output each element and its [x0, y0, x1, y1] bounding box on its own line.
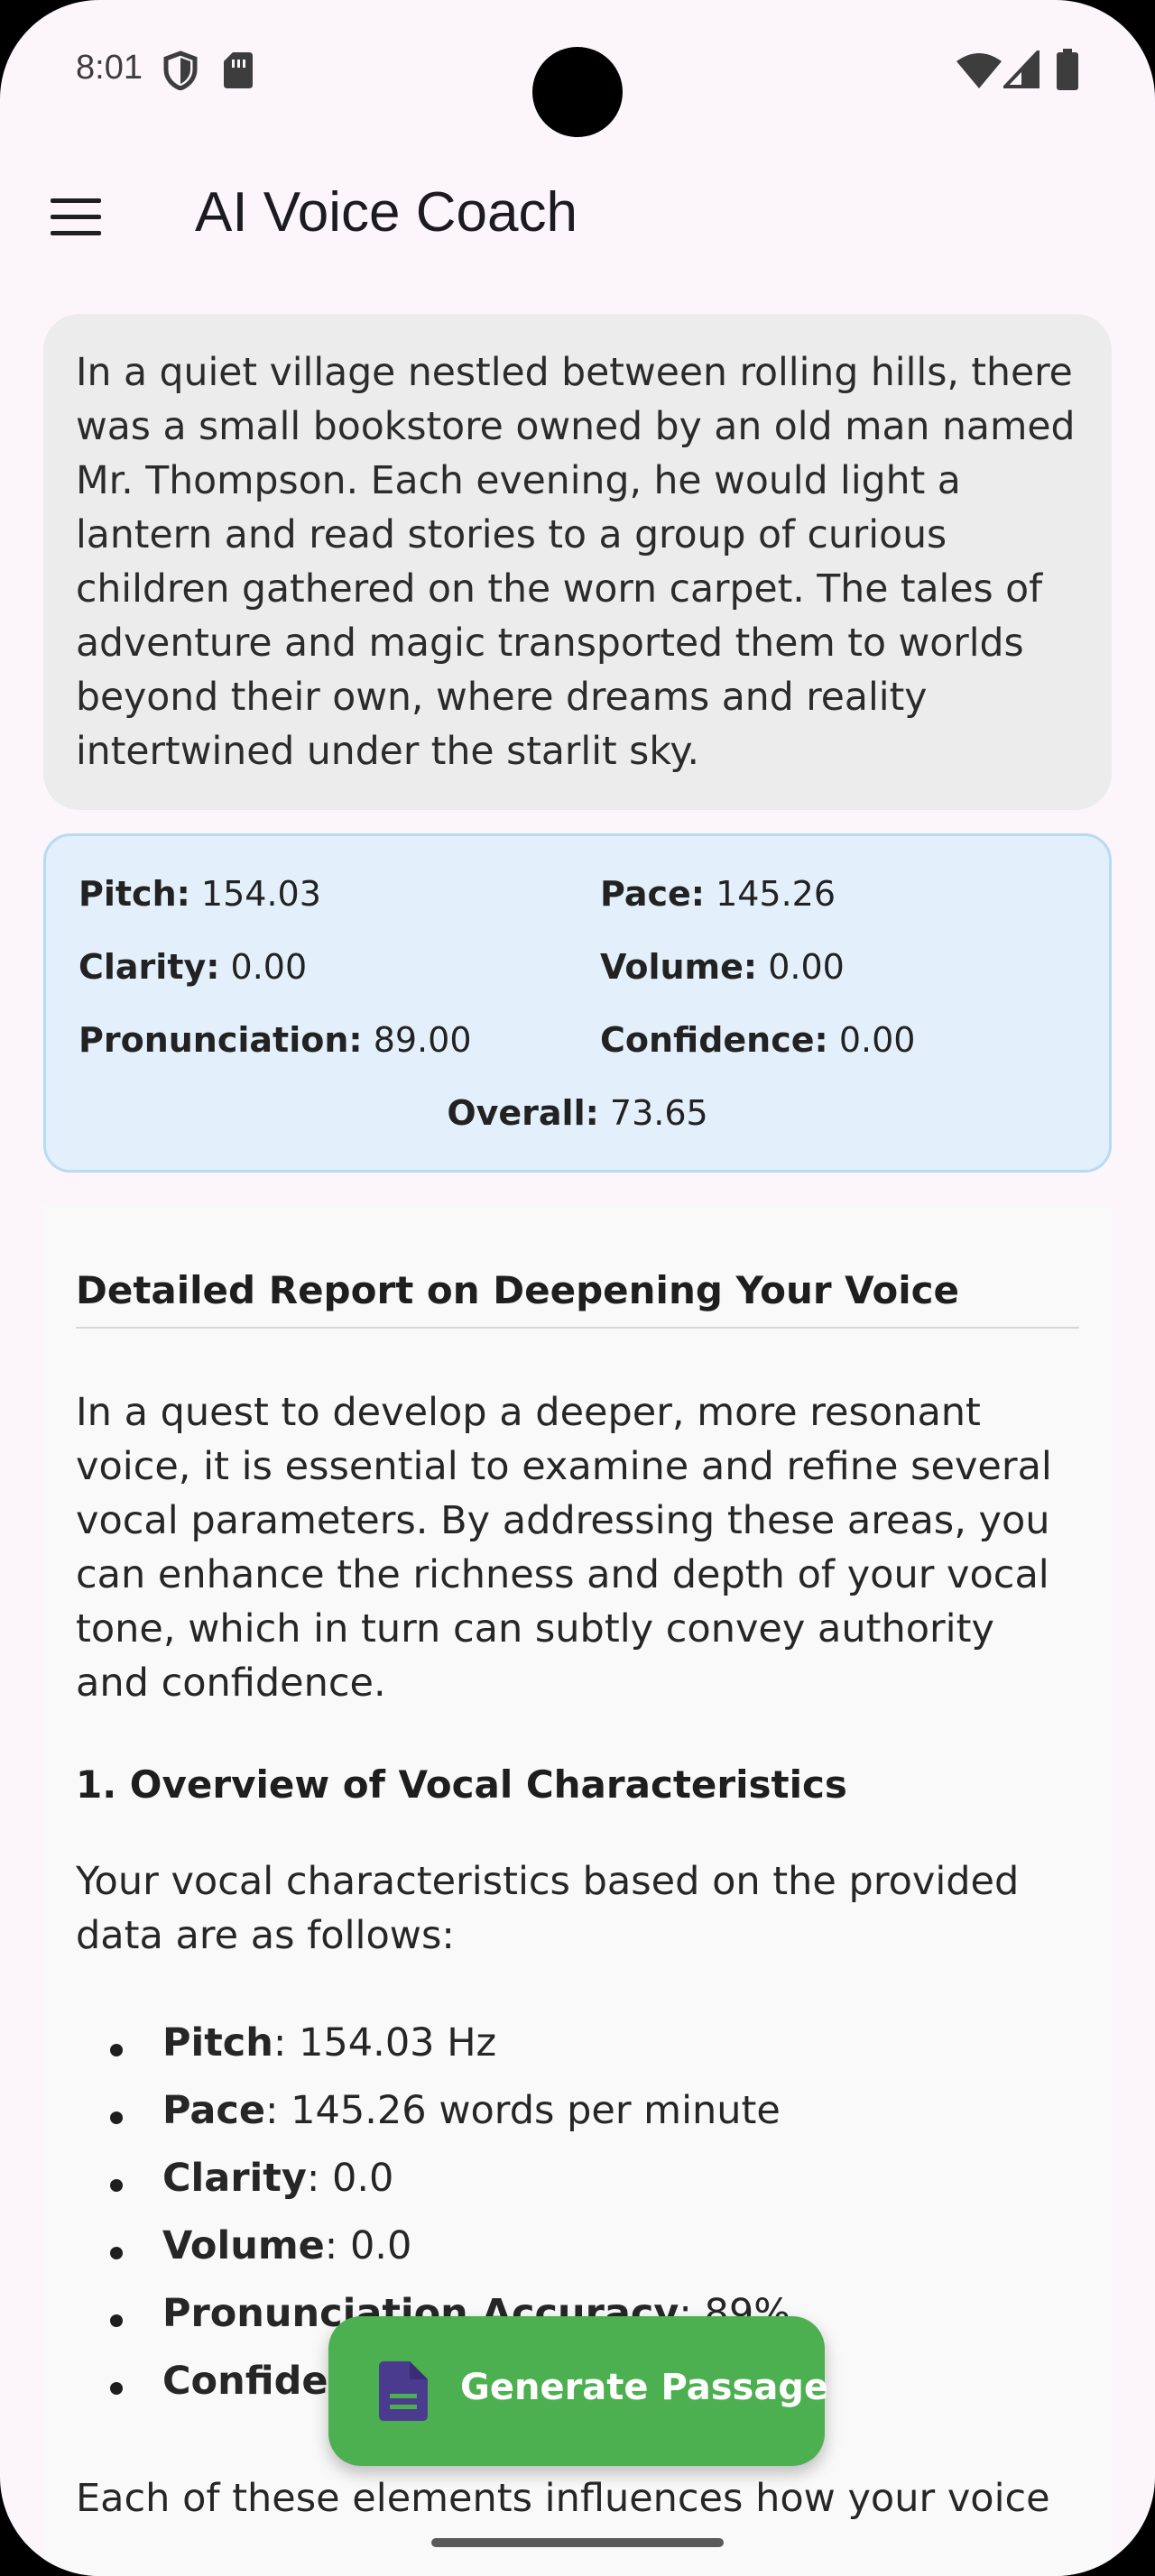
metric-value: 73.65	[609, 1093, 708, 1133]
metric-label: Clarity:	[79, 947, 220, 987]
status-time: 8:01	[76, 49, 143, 87]
metric-confidence: Confidence: 0.00	[600, 1020, 915, 1060]
front-camera	[532, 47, 623, 137]
metric-label: Overall:	[447, 1093, 599, 1133]
metric-value: 0.00	[230, 947, 308, 987]
shield-icon	[163, 51, 198, 90]
metrics-card: Pitch: 154.03 Pace: 145.26 Clarity: 0.00…	[43, 833, 1112, 1173]
bullet-text: : 145.26 words per minute	[265, 2088, 781, 2133]
bullet-dot	[110, 2111, 123, 2124]
report-intro: In a quest to develop a deeper, more res…	[76, 1390, 1052, 1706]
metric-value: 154.03	[200, 874, 321, 914]
wifi-icon	[956, 53, 1002, 88]
report-closing: Each of these elements influences how yo…	[76, 2476, 1050, 2521]
battery-icon	[1057, 49, 1078, 90]
bullet-dot	[110, 2179, 123, 2192]
bullet-text: : 0.0	[324, 2223, 412, 2268]
metric-volume: Volume: 0.00	[600, 947, 845, 987]
metric-label: Volume:	[600, 947, 758, 987]
report-title: Detailed Report on Deepening Your Voice	[76, 1268, 1079, 1329]
section-heading: 1. Overview of Vocal Characteristics	[76, 1762, 847, 1807]
menu-icon[interactable]	[51, 198, 103, 236]
metric-overall: Overall: 73.65	[46, 1093, 1109, 1133]
metric-clarity: Clarity: 0.00	[79, 947, 307, 987]
list-item: Clarity: 0.0	[162, 2156, 393, 2201]
section-text: Your vocal characteristics based on the …	[76, 1859, 1020, 1958]
bullet-term: Pace	[162, 2088, 266, 2133]
bullet-dot	[110, 2044, 123, 2056]
bullet-dot	[110, 2382, 123, 2395]
metric-label: Pace:	[600, 874, 705, 914]
page-title: AI Voice Coach	[195, 181, 578, 244]
list-item: Volume: 0.0	[162, 2223, 411, 2268]
generate-passage-button[interactable]: Generate Passage	[328, 2316, 829, 2466]
fab-label: Generate Passage	[460, 2367, 829, 2408]
metric-value: 0.00	[838, 1020, 916, 1060]
bullet-dot	[110, 2314, 123, 2327]
list-item: Pitch: 154.03 Hz	[162, 2020, 496, 2065]
bullet-term: Pitch	[162, 2020, 273, 2065]
metric-pronunciation: Pronunciation: 89.00	[79, 1020, 472, 1060]
bullet-text: : 154.03 Hz	[273, 2020, 497, 2065]
metric-value: 89.00	[373, 1020, 472, 1060]
metric-label: Pronunciation:	[79, 1020, 363, 1060]
bullet-term: Volume	[162, 2223, 325, 2268]
app-screen: 8:01 AI Voice Coach In a quiet village n…	[0, 0, 1155, 2576]
home-indicator[interactable]	[431, 2538, 724, 2547]
metric-label: Pitch:	[79, 874, 190, 914]
metric-pace: Pace: 145.26	[600, 874, 836, 914]
signal-icon	[1003, 51, 1040, 88]
bullet-text: : 0.0	[306, 2156, 394, 2201]
metric-label: Confidence:	[600, 1020, 828, 1060]
bullet-term: Clarity	[162, 2156, 307, 2201]
bullet-dot	[110, 2247, 123, 2259]
sim-card-icon	[224, 52, 253, 88]
passage-text: In a quiet village nestled between rolli…	[76, 351, 1076, 774]
metric-value: 145.26	[716, 874, 836, 914]
passage-card: In a quiet village nestled between rolli…	[43, 314, 1112, 810]
document-icon	[379, 2361, 428, 2421]
metric-pitch: Pitch: 154.03	[79, 874, 321, 914]
metric-value: 0.00	[768, 947, 845, 987]
list-item: Pace: 145.26 words per minute	[162, 2088, 781, 2133]
